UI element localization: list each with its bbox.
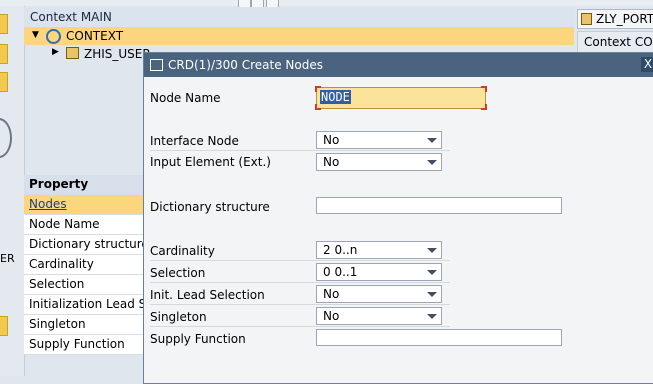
interface-node-select[interactable]: No bbox=[316, 131, 442, 149]
dictionary-structure-input[interactable] bbox=[316, 197, 562, 214]
margin-button[interactable] bbox=[0, 72, 8, 92]
top-toolbar bbox=[0, 0, 653, 8]
component-button[interactable]: ZLY_PORT bbox=[577, 9, 653, 29]
property-row-label: Singleton bbox=[29, 317, 86, 331]
edit-icon bbox=[150, 59, 163, 71]
margin-button[interactable] bbox=[0, 44, 8, 64]
component-icon bbox=[581, 13, 592, 25]
node-name-value: NODE bbox=[320, 90, 351, 104]
cardinality-select[interactable]: 2 0..n bbox=[316, 241, 442, 259]
interface-node-label: Interface Node bbox=[150, 134, 239, 148]
input-element-select[interactable]: No bbox=[316, 153, 442, 171]
selection-select[interactable]: 0 0..1 bbox=[316, 263, 442, 281]
margin-button[interactable] bbox=[0, 316, 8, 336]
property-row-node-name[interactable]: Node Name bbox=[24, 215, 149, 235]
select-value: No bbox=[323, 155, 340, 169]
focus-corner bbox=[315, 86, 321, 92]
property-row-label: Selection bbox=[29, 277, 85, 291]
property-row-label: Node Name bbox=[29, 217, 100, 231]
singleton-select[interactable]: No bbox=[316, 307, 442, 325]
property-table: Property Nodes Node Name Dictionary stru… bbox=[24, 175, 157, 355]
dropdown-arrow-icon[interactable] bbox=[427, 248, 437, 253]
property-row-nodes[interactable]: Nodes bbox=[24, 195, 149, 215]
cardinality-label: Cardinality bbox=[150, 244, 215, 258]
node-folder-icon bbox=[66, 47, 79, 59]
select-value: No bbox=[323, 309, 340, 323]
property-row-cardinality[interactable]: Cardinality bbox=[24, 255, 149, 275]
collapse-triangle-icon[interactable]: ▼ bbox=[32, 30, 39, 40]
node-name-input[interactable]: NODE bbox=[315, 86, 487, 110]
supply-function-input[interactable] bbox=[316, 329, 562, 346]
create-nodes-dialog: CRD(1)/300 Create Nodes X Node Name NODE… bbox=[143, 52, 653, 384]
context-component-tab[interactable]: Context COM bbox=[577, 31, 653, 53]
property-row-selection[interactable]: Selection bbox=[24, 275, 149, 295]
focus-corner bbox=[481, 86, 487, 92]
margin-text: ER bbox=[0, 252, 15, 265]
property-row-label: Dictionary structure bbox=[29, 237, 149, 251]
context-header: Context MAIN bbox=[24, 7, 574, 28]
component-button-label: ZLY_PORT bbox=[596, 12, 653, 26]
margin-button[interactable] bbox=[0, 14, 8, 34]
row-divider bbox=[150, 326, 450, 327]
singleton-label: Singleton bbox=[150, 310, 207, 324]
property-row-label: Cardinality bbox=[29, 257, 94, 271]
dropdown-arrow-icon[interactable] bbox=[427, 270, 437, 275]
property-header-label: Property bbox=[29, 177, 89, 191]
tree-node-label: CONTEXT bbox=[66, 29, 124, 43]
context-component-label: Context COM bbox=[584, 35, 653, 49]
context-node-icon bbox=[46, 29, 61, 44]
property-row-dictionary-structure[interactable]: Dictionary structure bbox=[24, 235, 149, 255]
row-divider bbox=[150, 282, 450, 283]
dropdown-arrow-icon[interactable] bbox=[427, 314, 437, 319]
init-lead-selection-select[interactable]: No bbox=[316, 285, 442, 303]
supply-function-label: Supply Function bbox=[150, 332, 246, 346]
property-row-supply-function[interactable]: Supply Function bbox=[24, 335, 149, 355]
property-table-header: Property bbox=[24, 175, 149, 195]
property-row-label: Supply Function bbox=[29, 337, 125, 351]
focus-corner bbox=[315, 104, 321, 110]
splitter-handle[interactable] bbox=[0, 118, 12, 158]
row-divider bbox=[150, 150, 450, 151]
property-row-label: Initialization Lead Sel bbox=[29, 297, 157, 311]
select-value: No bbox=[323, 133, 340, 147]
left-margin: ER bbox=[0, 6, 25, 376]
selection-label: Selection bbox=[150, 266, 206, 280]
property-row-init-lead-selection[interactable]: Initialization Lead Sel bbox=[24, 295, 157, 315]
expand-triangle-icon[interactable]: ▶ bbox=[52, 47, 59, 57]
dictionary-structure-label: Dictionary structure bbox=[150, 200, 270, 214]
property-row-label[interactable]: Nodes bbox=[29, 197, 67, 211]
close-icon[interactable]: X bbox=[641, 57, 653, 72]
node-name-label: Node Name bbox=[150, 91, 221, 105]
select-value: 0 0..1 bbox=[323, 265, 358, 279]
property-row-singleton[interactable]: Singleton bbox=[24, 315, 149, 335]
context-header-title: Context MAIN bbox=[30, 10, 112, 24]
dropdown-arrow-icon[interactable] bbox=[427, 138, 437, 143]
dropdown-arrow-icon[interactable] bbox=[427, 292, 437, 297]
input-element-label: Input Element (Ext.) bbox=[150, 155, 271, 169]
focus-corner bbox=[481, 104, 487, 110]
init-lead-selection-label: Init. Lead Selection bbox=[150, 288, 265, 302]
dialog-title-bar[interactable]: CRD(1)/300 Create Nodes X bbox=[144, 53, 653, 77]
dialog-title: CRD(1)/300 Create Nodes bbox=[168, 58, 323, 72]
tree-node-label: ZHIS_USER bbox=[84, 47, 151, 61]
row-divider bbox=[150, 260, 450, 261]
select-value: 2 0..n bbox=[323, 243, 358, 257]
tree-node-context[interactable]: ▼ CONTEXT bbox=[24, 27, 574, 45]
row-divider bbox=[150, 304, 450, 305]
select-value: No bbox=[323, 287, 340, 301]
dropdown-arrow-icon[interactable] bbox=[427, 160, 437, 165]
